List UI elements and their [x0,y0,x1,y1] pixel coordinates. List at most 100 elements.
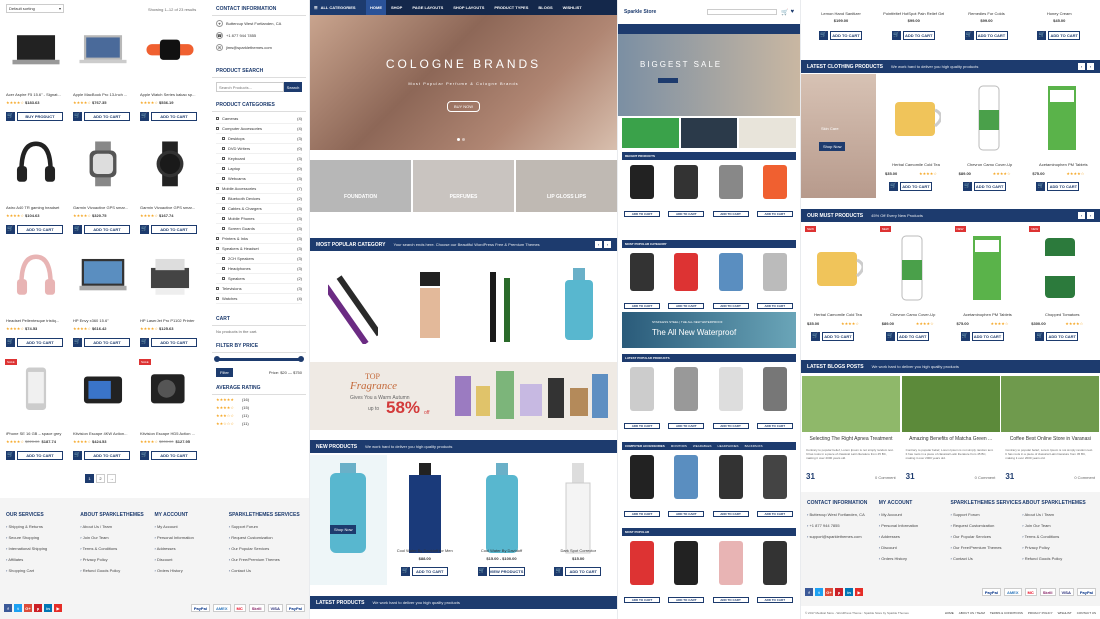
social-icon[interactable]: p [835,588,843,596]
mini-product-card[interactable]: ADD TO CART [711,539,752,609]
product-image[interactable] [674,165,699,199]
header-search[interactable] [706,9,777,15]
product-card[interactable]: Herbal Camomile Cold Tea $35.00 ★★★★☆ 🛒 ADD … [879,76,953,196]
social-icon[interactable]: f [4,604,12,612]
mini-product-card[interactable]: ADD TO CART [666,453,707,523]
product-image[interactable] [718,541,743,585]
add-to-cart-button[interactable]: ADD TO CART [84,451,130,460]
cart-icon[interactable]: 🛒 [781,9,788,16]
mini-product-card[interactable]: ADD TO CART [622,539,663,609]
product-image[interactable] [397,457,453,562]
footer-link[interactable]: Our Free/Premium Themes [229,557,303,562]
product-image[interactable] [762,455,787,499]
add-to-cart-button[interactable]: ADD TO CART [151,451,197,460]
add-to-cart-button[interactable]: ADD TO CART [1046,332,1079,341]
category-box[interactable]: LIP GLOSS LIPS [516,160,617,212]
add-to-cart-button[interactable]: ADD TO CART [756,211,793,217]
mini-product-card[interactable]: ADD TO CART [622,163,663,223]
product-card[interactable]: Garmin Vivoactive GPS smar... ★★★★☆ $167.… [138,135,202,245]
social-icon[interactable]: t [14,604,22,612]
product-image[interactable] [8,363,64,419]
product-image[interactable] [8,250,64,306]
cart-icon[interactable]: 🛒 [73,451,82,460]
mini-product-card[interactable]: ADD TO CART [622,251,663,315]
footer-link[interactable]: Terms & Conditions [80,546,154,551]
nav-shop-layouts[interactable]: SHOP LAYOUTS [448,5,489,10]
product-image[interactable] [630,455,654,499]
new-product-card[interactable]: Cool Water By Davidoff $15.00 - $100.00 🛒 V… [464,455,541,585]
product-image[interactable] [965,80,1015,159]
product-card[interactable]: Chevron Camo Cover-Up $89.00 ★★★★☆ 🛒 ADD TO … [953,76,1027,196]
mini-product-card[interactable]: ADD TO CART [666,365,707,435]
footer-link[interactable]: Personal Information [879,523,951,528]
add-to-cart-button[interactable]: ADD TO CART [624,511,660,517]
social-icon[interactable]: in [845,588,853,596]
nav-wishlist[interactable]: WISHLIST [558,5,587,10]
new-product-card[interactable]: Shop Now [310,455,387,585]
product-image[interactable] [474,457,530,562]
add-to-cart-button[interactable]: ADD TO CART [1048,31,1081,40]
add-to-cart-button[interactable]: ADD TO CART [151,112,197,121]
product-name[interactable]: Honey Cream [1023,11,1095,16]
product-image[interactable] [320,457,376,562]
checkbox-icon[interactable] [216,247,219,250]
add-to-cart-button[interactable]: ADD TO CART [151,225,197,234]
footer-link[interactable]: Request Customization [951,523,1023,528]
add-to-cart-button[interactable]: ADD TO CART [624,423,660,429]
product-name[interactable]: Apple Watch Series kakao sp... [140,92,202,97]
product-card[interactable]: Apple MacBook Pro 13-Inch ... ★★★★☆ $767.… [71,22,135,132]
shop-now-button[interactable]: Shop Now [330,525,357,534]
category-item[interactable]: Computer Accessories (4) [216,124,302,134]
cart-icon[interactable]: 🛒 [73,338,82,347]
add-to-cart-button[interactable]: ADD TO CART [17,451,63,460]
store-logo[interactable]: Sparkle Store [624,9,656,15]
product-image[interactable] [674,253,699,291]
add-to-cart-button[interactable]: ADD TO CART [668,597,705,603]
checkbox-icon[interactable] [222,257,225,260]
checkbox-icon[interactable] [222,277,225,280]
social-icon[interactable]: t [815,588,823,596]
blog-image[interactable] [1001,376,1100,432]
add-to-cart-button[interactable]: ADD TO CART [822,332,854,341]
product-name[interactable]: Lemon Hand Sanitizer [805,11,877,16]
product-image[interactable] [718,253,743,291]
mini-product-card[interactable]: ADD TO CART [711,453,752,523]
checkbox-icon[interactable] [222,197,225,200]
blog-image[interactable] [901,376,1000,432]
bottom-link[interactable]: HOME [945,611,954,615]
product-card[interactable]: Pointfeltef HotSpot Pain Relief Gel $99.0… [878,0,951,46]
blog-comment-count[interactable]: 0 Comment [875,475,896,480]
product-card[interactable]: NEW Acetaminophen PM Tablets $75.00 ★★★★☆ 🛒 A… [951,226,1026,346]
nav-page-layouts[interactable]: PAGE LAYOUTS [407,5,448,10]
slider-dots[interactable] [457,138,465,141]
new-product-card[interactable]: Cool Water By Davidoff for Men $88.00 🛒 ADD… [387,455,464,585]
add-to-cart-button[interactable]: ADD TO CART [84,225,130,234]
prev-arrow-icon[interactable]: ‹ [595,241,602,248]
add-to-cart-button[interactable]: ADD TO CART [712,423,749,429]
footer-link[interactable]: Personal Information [155,535,229,540]
promo-tile[interactable] [739,118,797,148]
next-arrow-icon[interactable]: › [1087,212,1094,219]
product-name[interactable]: Remedies For Colds [951,11,1023,16]
add-to-cart-button[interactable]: ADD TO CART [830,31,862,40]
product-card[interactable]: Apple Watch Series kakao sp... ★★★★☆ $536… [138,22,202,132]
product-image[interactable] [674,455,699,499]
product-name[interactable]: Cool Water By Davidoff [464,548,540,553]
footer-link[interactable]: Our Popular Services [229,546,303,551]
footer-link[interactable]: Buttercup West Fortlanden, CA [807,512,879,517]
checkbox-icon[interactable] [216,117,219,120]
bottom-link[interactable]: WISHLIST [1058,611,1072,615]
category-item[interactable]: DVD Writers (0) [216,144,302,154]
cart-icon[interactable]: 🛒 [6,451,15,460]
section-tab[interactable]: MONITORS [671,444,687,448]
product-name[interactable]: Herbal Camomile Cold Tea [801,312,875,317]
add-to-cart-button[interactable]: ADD TO CART [668,211,705,217]
rating-filter[interactable]: ★★★☆☆ (11) [216,413,302,418]
blog-title[interactable]: Amazing Benefits of Matcha Green ... [902,436,1000,442]
add-to-cart-button[interactable]: ADD TO CART [712,597,749,603]
mini-product-card[interactable]: ADD TO CART [755,365,796,435]
rating-filter[interactable]: ★★★★☆ (15) [216,405,302,410]
blog-image[interactable] [802,376,900,432]
rating-filter[interactable]: ★★★★★ (16) [216,397,302,402]
product-name[interactable]: Headset Pellentesque tristiq... [6,318,68,323]
